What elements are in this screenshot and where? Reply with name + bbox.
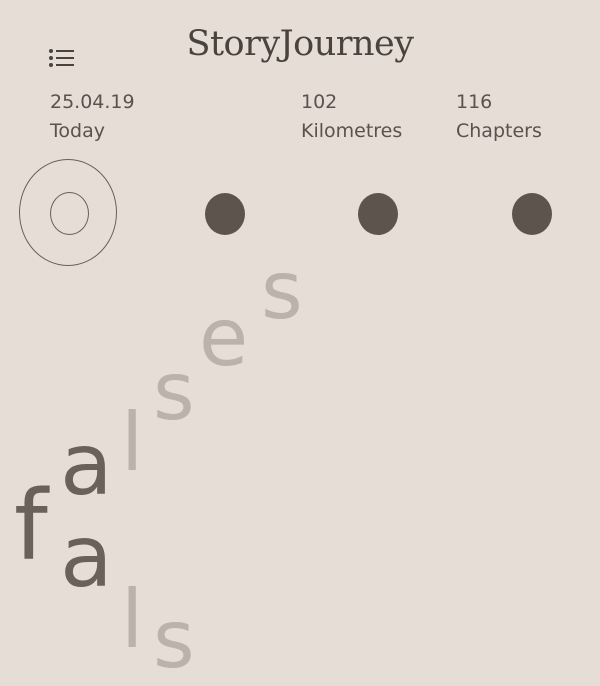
stat-distance: 102 Kilometres: [301, 88, 402, 146]
timeline-dot-active[interactable]: [19, 159, 117, 266]
stat-distance-label: Kilometres: [301, 120, 403, 142]
word-letter-a-2: a: [60, 507, 113, 607]
word-letter-s-3: s: [153, 593, 195, 686]
stat-chapters: 116 Chapters: [456, 88, 542, 146]
stat-distance-value: 102: [301, 91, 338, 113]
word-letter-s-2: s: [261, 244, 303, 337]
stat-date: 25.04.19 Today: [50, 88, 135, 146]
word-letter-s: s: [153, 345, 195, 438]
word-letter-l-2: l: [121, 573, 144, 666]
word-letter-a: a: [60, 415, 113, 515]
timeline-dot-4[interactable]: [512, 193, 552, 235]
word-letter-f: f: [14, 470, 48, 582]
app-title: StoryJourney: [186, 24, 414, 64]
stat-date-label: Today: [50, 120, 105, 142]
word-letter-l: l: [121, 396, 144, 489]
timeline-dot-2[interactable]: [205, 193, 245, 235]
stat-chapters-value: 116: [456, 91, 493, 113]
word-letter-e: e: [199, 291, 249, 384]
timeline-dot-3[interactable]: [358, 193, 398, 235]
stat-chapters-label: Chapters: [456, 120, 542, 142]
stat-date-value: 25.04.19: [50, 91, 135, 113]
